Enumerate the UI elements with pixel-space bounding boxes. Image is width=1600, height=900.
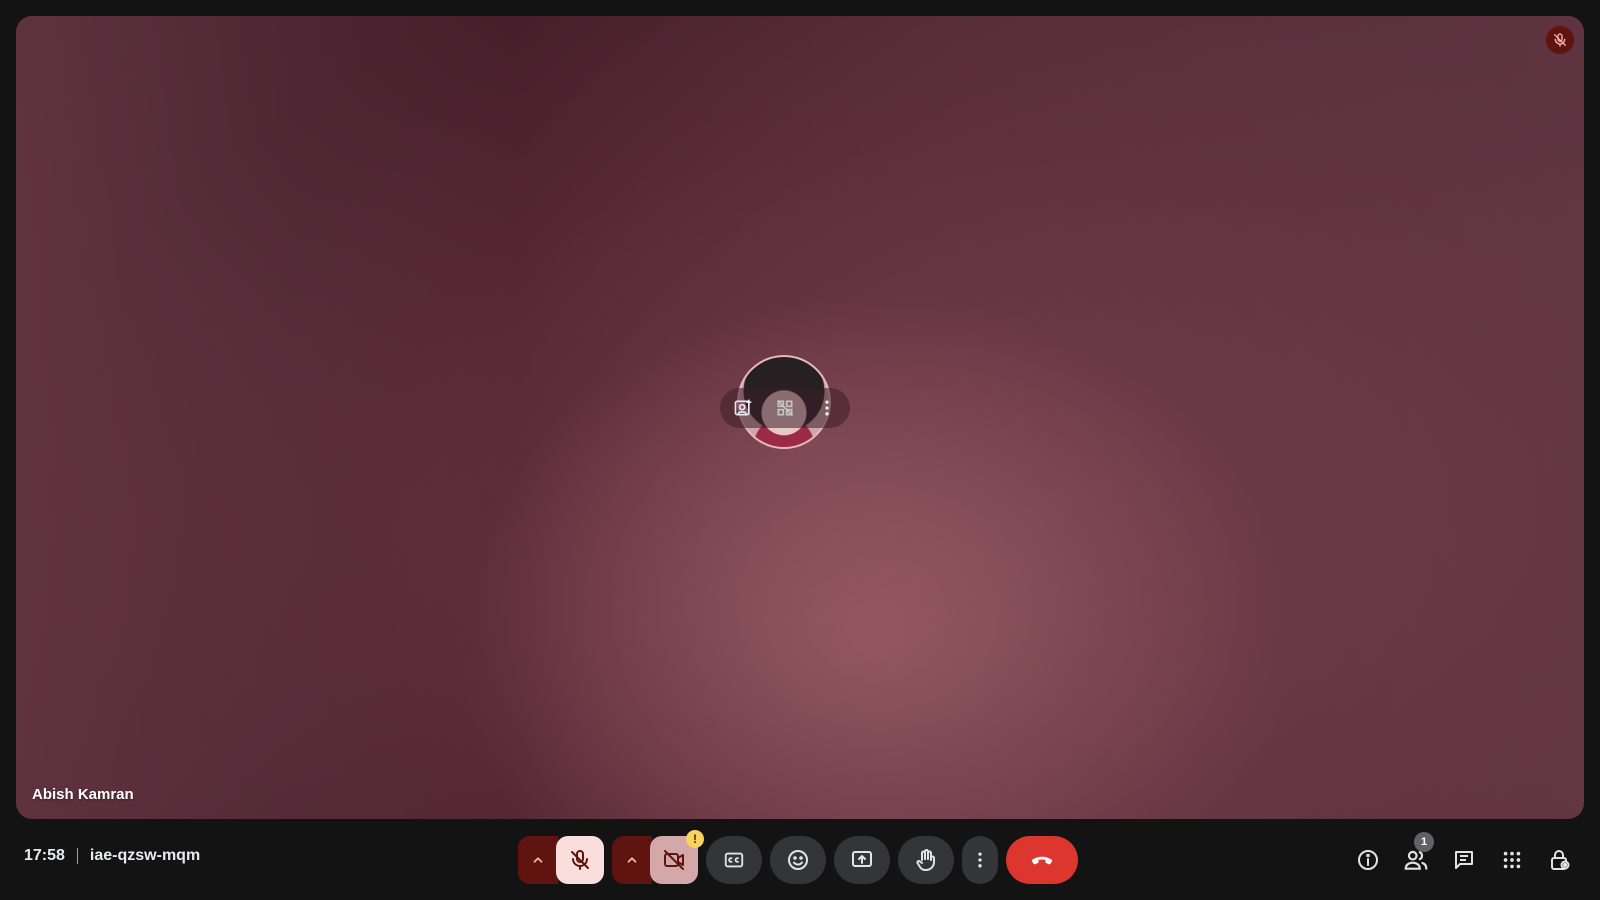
meeting-details-button[interactable]	[1348, 840, 1388, 880]
more-options-button[interactable]	[962, 836, 998, 884]
camera-toggle-button[interactable]: !	[650, 830, 704, 884]
chevron-up-icon	[625, 853, 639, 867]
side-panel-controls: 1	[1348, 832, 1580, 880]
people-button[interactable]: 1	[1396, 832, 1436, 880]
mic-control-group	[518, 836, 604, 884]
participant-name: Abish Kamran	[32, 786, 134, 803]
bottom-toolbar: 17:58 iae-qzsw-mqm ! 1	[0, 819, 1600, 900]
more-vert-icon[interactable]	[816, 397, 838, 419]
meeting-code[interactable]: iae-qzsw-mqm	[90, 847, 200, 865]
reactions-button[interactable]	[770, 836, 826, 884]
raise-hand-button[interactable]	[898, 836, 954, 884]
camera-warning-badge: !	[686, 830, 704, 848]
chevron-up-icon	[531, 853, 545, 867]
tile-hover-controls	[720, 388, 850, 428]
videocam-off-icon	[662, 848, 686, 872]
audio-options-button[interactable]	[518, 836, 558, 884]
call-controls: !	[518, 830, 1078, 884]
raise-hand-icon	[914, 848, 938, 872]
mic-off-icon	[1552, 32, 1568, 48]
activities-button[interactable]	[1492, 840, 1532, 880]
video-options-button[interactable]	[612, 836, 652, 884]
meeting-time: 17:58	[24, 847, 65, 864]
captions-icon	[723, 849, 745, 871]
leave-call-button[interactable]	[1006, 836, 1078, 884]
tile-muted-indicator	[1546, 26, 1574, 54]
add-portrait-icon[interactable]	[732, 397, 754, 419]
captions-button[interactable]	[706, 836, 762, 884]
chat-button[interactable]	[1444, 840, 1484, 880]
grid-off-icon[interactable]	[774, 397, 796, 419]
more-vert-icon	[970, 850, 990, 870]
meeting-info: 17:58 iae-qzsw-mqm	[24, 847, 200, 865]
call-end-icon	[1029, 847, 1055, 873]
chat-icon	[1452, 848, 1476, 872]
apps-icon	[1501, 849, 1523, 871]
divider	[76, 848, 78, 864]
mic-off-icon	[568, 848, 592, 872]
present-screen-icon	[850, 848, 874, 872]
participant-count-badge: 1	[1414, 832, 1434, 852]
present-screen-button[interactable]	[834, 836, 890, 884]
host-controls-icon	[1548, 848, 1572, 872]
mic-toggle-button[interactable]	[556, 836, 604, 884]
host-controls-button[interactable]	[1540, 840, 1580, 880]
emoji-icon	[786, 848, 810, 872]
info-icon	[1356, 848, 1380, 872]
camera-control-group: !	[612, 830, 704, 884]
